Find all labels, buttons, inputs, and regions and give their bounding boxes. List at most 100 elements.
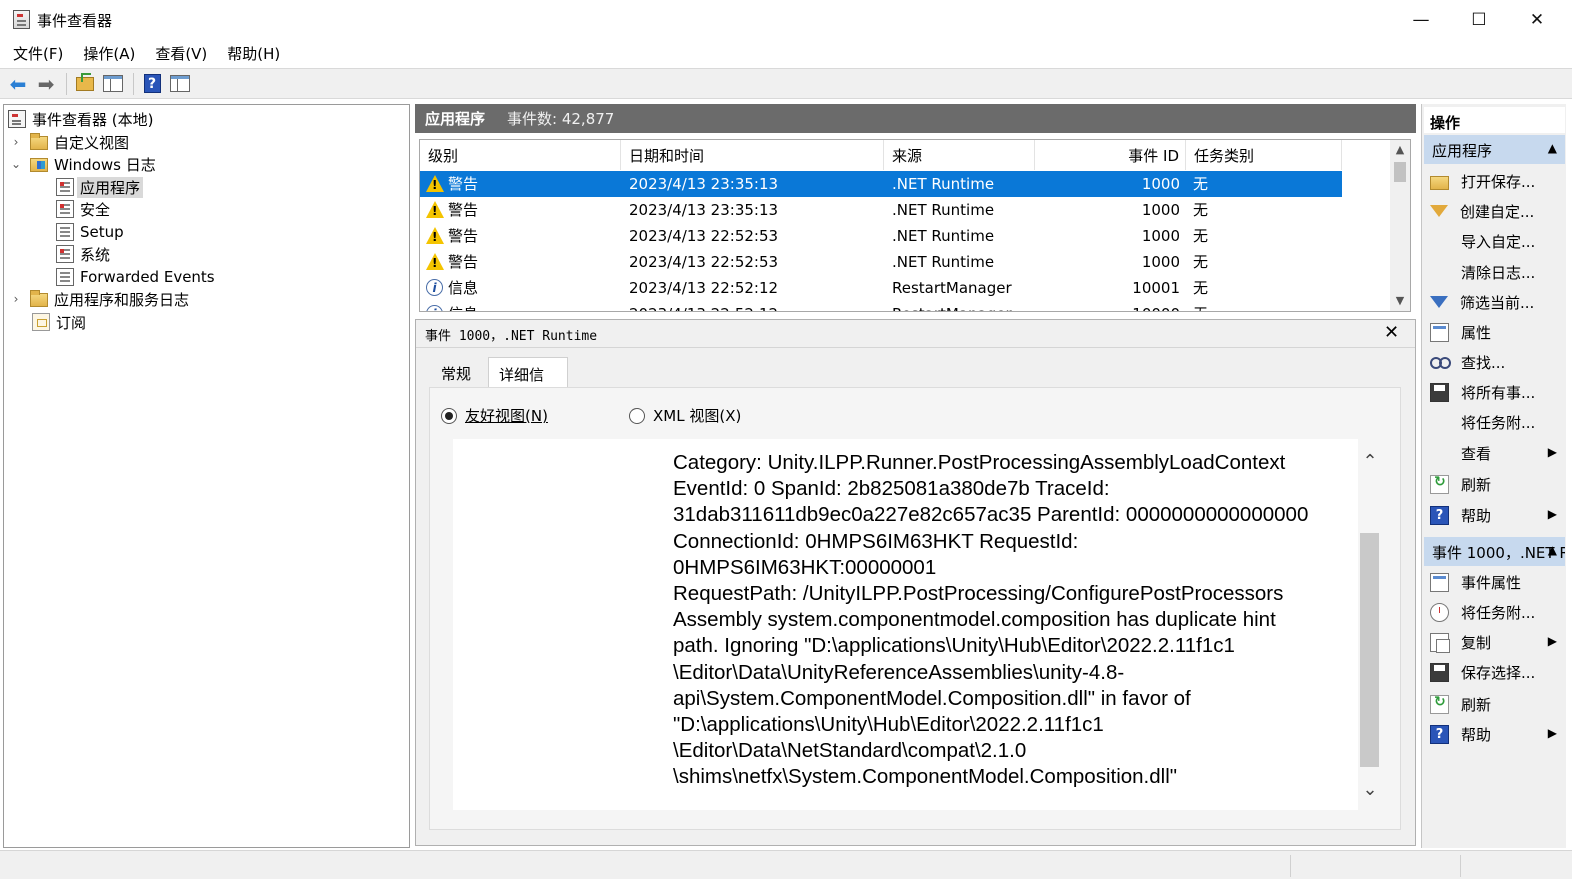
action-view[interactable]: 查看 ▶ xyxy=(1424,438,1565,468)
show-hide-tree-button[interactable] xyxy=(100,72,126,96)
action-help-event[interactable]: ? 帮助 ▶ xyxy=(1424,719,1565,749)
chevron-up-icon[interactable]: ⌃ xyxy=(1359,451,1381,472)
action-create-custom[interactable]: 创建自定... xyxy=(1424,196,1565,226)
action-copy[interactable]: 复制 ▶ xyxy=(1424,627,1565,657)
help-button[interactable]: ? xyxy=(139,72,165,96)
tree-subscriptions[interactable]: 订阅 xyxy=(32,311,86,333)
column-header-level[interactable]: 级别 xyxy=(420,140,621,170)
save-icon xyxy=(1430,662,1449,682)
action-properties[interactable]: 属性 xyxy=(1424,317,1565,347)
event-list-scrollbar[interactable]: ▲ ▼ xyxy=(1390,140,1410,311)
tree-log-security[interactable]: 安全 xyxy=(56,198,110,220)
column-header-task-category[interactable]: 任务类别 xyxy=(1186,140,1342,170)
action-clear-log[interactable]: 清除日志... xyxy=(1424,257,1565,287)
event-category: 无 xyxy=(1193,201,1209,219)
menu-file[interactable]: 文件(F) xyxy=(6,40,70,67)
maximize-button[interactable]: ☐ xyxy=(1450,0,1508,40)
help-icon: ? xyxy=(1430,505,1449,525)
event-row[interactable]: 警告 2023/4/13 22:52:53 .NET Runtime 1000 … xyxy=(420,249,1342,275)
console-tree: 事件查看器 (本地) › 自定义视图 ⌄ Windows 日志 应用程序 安全 … xyxy=(3,104,410,848)
chevron-down-icon[interactable]: ⌄ xyxy=(1359,779,1381,800)
event-datetime: 2023/4/13 23:35:13 xyxy=(629,175,779,193)
friendly-view-option[interactable]: 友好视图(N) xyxy=(441,405,548,426)
radio-button[interactable] xyxy=(441,407,457,424)
menu-action[interactable]: 操作(A) xyxy=(76,40,142,67)
toolbar-separator xyxy=(66,72,67,95)
tab-details[interactable]: 详细信息 xyxy=(488,357,568,405)
action-event-properties[interactable]: 事件属性 xyxy=(1424,567,1565,597)
friendly-view-label: 友好视图(N) xyxy=(465,407,548,425)
event-id: 10000 xyxy=(1035,301,1180,311)
action-label: 创建自定... xyxy=(1460,202,1535,221)
up-level-button[interactable] xyxy=(72,72,98,96)
event-source: RestartManager xyxy=(892,301,1012,311)
filter-icon xyxy=(1430,296,1448,308)
event-datetime: 2023/4/13 22:52:12 xyxy=(629,279,779,297)
tree-root-label: 事件查看器 (本地) xyxy=(32,110,154,129)
detail-scrollbar[interactable]: ⌃ ⌄ xyxy=(1359,439,1381,810)
actions-section-log[interactable]: 应用程序 ▲ xyxy=(1424,135,1565,164)
action-label: 帮助 xyxy=(1461,506,1492,525)
event-row[interactable]: 警告 2023/4/13 23:35:13 .NET Runtime 1000 … xyxy=(420,197,1342,223)
column-header-source[interactable]: 来源 xyxy=(884,140,1035,170)
action-save-all[interactable]: 将所有事... xyxy=(1424,377,1565,407)
action-filter-current[interactable]: 筛选当前... xyxy=(1424,287,1565,317)
blank-icon xyxy=(1430,232,1449,251)
scrollbar-thumb[interactable] xyxy=(1394,162,1406,182)
radio-button[interactable] xyxy=(629,407,645,424)
event-viewer-icon xyxy=(13,10,30,29)
event-row[interactable]: 警告 2023/4/13 23:35:13 .NET Runtime 1000 … xyxy=(420,171,1342,197)
action-refresh[interactable]: 刷新 xyxy=(1424,469,1565,499)
actions-section-event[interactable]: 事件 1000，.NET Runtime ▲ xyxy=(1424,537,1565,566)
event-row[interactable]: i 信息 2023/4/13 22:52:12 RestartManager 1… xyxy=(420,301,1342,311)
scroll-up-icon[interactable]: ▲ xyxy=(1390,140,1410,160)
window-title: 事件查看器 xyxy=(37,12,113,30)
tree-log-application[interactable]: 应用程序 xyxy=(56,176,144,198)
tree-custom-views[interactable]: › 自定义视图 xyxy=(8,131,129,153)
tree-root[interactable]: 事件查看器 (本地) xyxy=(8,108,153,130)
menu-help[interactable]: 帮助(H) xyxy=(220,40,287,67)
show-hide-action-pane-button[interactable] xyxy=(167,72,193,96)
log-icon xyxy=(56,245,74,263)
action-attach-task[interactable]: 将任务附... xyxy=(1424,407,1565,437)
action-save-selected[interactable]: 保存选择... xyxy=(1424,657,1565,687)
event-row[interactable]: i 信息 2023/4/13 22:52:12 RestartManager 1… xyxy=(420,275,1342,301)
expand-chevron-icon[interactable]: › xyxy=(8,135,24,149)
action-refresh-event[interactable]: 刷新 xyxy=(1424,689,1565,719)
scrollbar-thumb[interactable] xyxy=(1360,533,1379,767)
collapse-caret-icon[interactable]: ▲ xyxy=(1548,141,1557,155)
tab-general[interactable]: 常规 xyxy=(431,357,488,387)
forward-button[interactable]: ➡ xyxy=(33,72,59,96)
action-label: 查看 xyxy=(1461,444,1492,463)
back-arrow-icon: ⬅ xyxy=(9,71,27,96)
tree-app-service-logs-label: 应用程序和服务日志 xyxy=(54,290,190,309)
back-button[interactable]: ⬅ xyxy=(5,72,31,96)
xml-view-option[interactable]: XML 视图(X) xyxy=(629,405,741,426)
tree-log-system[interactable]: 系统 xyxy=(56,243,110,265)
action-help[interactable]: ? 帮助 ▶ xyxy=(1424,500,1565,530)
action-label: 复制 xyxy=(1461,633,1492,652)
minimize-button[interactable]: — xyxy=(1392,0,1450,40)
expand-chevron-icon[interactable]: › xyxy=(8,292,24,306)
action-import-custom[interactable]: 导入自定... xyxy=(1424,226,1565,256)
tree-log-setup[interactable]: Setup xyxy=(56,221,124,243)
refresh-icon xyxy=(1430,694,1449,714)
event-source: .NET Runtime xyxy=(892,175,995,193)
scroll-down-icon[interactable]: ▼ xyxy=(1390,291,1410,311)
tree-windows-logs[interactable]: ⌄ Windows 日志 xyxy=(8,153,156,175)
collapse-caret-icon[interactable]: ▲ xyxy=(1548,543,1557,557)
action-find[interactable]: 查找... xyxy=(1424,347,1565,377)
tree-log-forwarded[interactable]: Forwarded Events xyxy=(56,266,215,288)
action-open-saved[interactable]: 打开保存... xyxy=(1424,166,1565,196)
close-button[interactable]: ✕ xyxy=(1508,0,1566,40)
event-source: .NET Runtime xyxy=(892,253,995,271)
column-header-event-id[interactable]: 事件 ID xyxy=(1035,140,1186,170)
event-row[interactable]: 警告 2023/4/13 22:52:53 .NET Runtime 1000 … xyxy=(420,223,1342,249)
action-label: 事件属性 xyxy=(1461,573,1522,592)
column-header-datetime[interactable]: 日期和时间 xyxy=(621,140,884,170)
menu-view[interactable]: 查看(V) xyxy=(148,40,214,67)
close-icon[interactable]: ✕ xyxy=(1384,322,1399,343)
action-attach-task-event[interactable]: 将任务附... xyxy=(1424,597,1565,627)
tree-app-service-logs[interactable]: › 应用程序和服务日志 xyxy=(8,288,189,310)
collapse-chevron-icon[interactable]: ⌄ xyxy=(8,157,24,171)
